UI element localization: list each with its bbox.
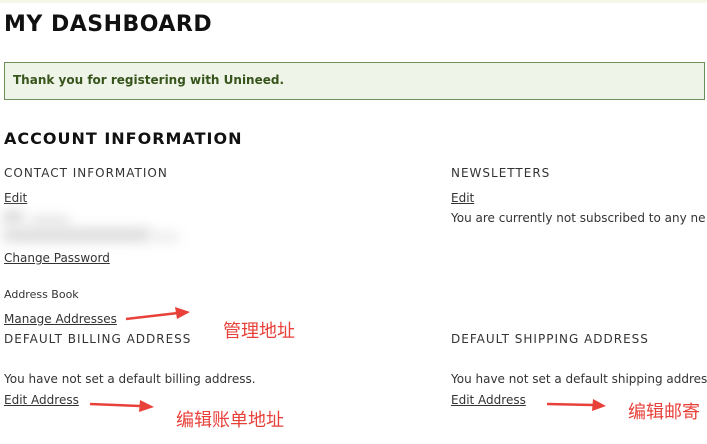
page-title: MY DASHBOARD — [4, 12, 213, 37]
blurred-contact-details — [0, 208, 185, 248]
contact-information-title: CONTACT INFORMATION — [4, 166, 168, 180]
arrow-icon — [546, 399, 606, 411]
annotation-edit-billing: 编辑账单地址 — [176, 410, 284, 431]
billing-status-text: You have not set a default billing addre… — [4, 372, 256, 386]
contact-edit-link[interactable]: Edit — [4, 191, 27, 205]
change-password-link[interactable]: Change Password — [4, 251, 110, 265]
default-billing-title: DEFAULT BILLING ADDRESS — [4, 332, 192, 346]
success-message: Thank you for registering with Unineed. — [4, 62, 705, 100]
address-book-label: Address Book — [4, 288, 79, 301]
default-shipping-title: DEFAULT SHIPPING ADDRESS — [451, 332, 649, 346]
account-information-title: ACCOUNT INFORMATION — [4, 129, 243, 148]
newsletters-status-text: You are currently not subscribed to any … — [451, 211, 706, 225]
newsletters-title: NEWSLETTERS — [451, 166, 551, 180]
top-border — [0, 0, 707, 3]
arrow-icon — [89, 400, 154, 412]
annotation-manage-addresses: 管理地址 — [223, 321, 295, 342]
shipping-status-text: You have not set a default shipping addr… — [451, 372, 707, 386]
annotation-edit-shipping: 编辑邮寄 — [628, 402, 700, 423]
billing-edit-address-link[interactable]: Edit Address — [4, 393, 79, 407]
shipping-edit-address-link[interactable]: Edit Address — [451, 393, 526, 407]
manage-addresses-link[interactable]: Manage Addresses — [4, 312, 117, 326]
newsletters-edit-link[interactable]: Edit — [451, 191, 474, 205]
arrow-icon — [125, 307, 190, 321]
